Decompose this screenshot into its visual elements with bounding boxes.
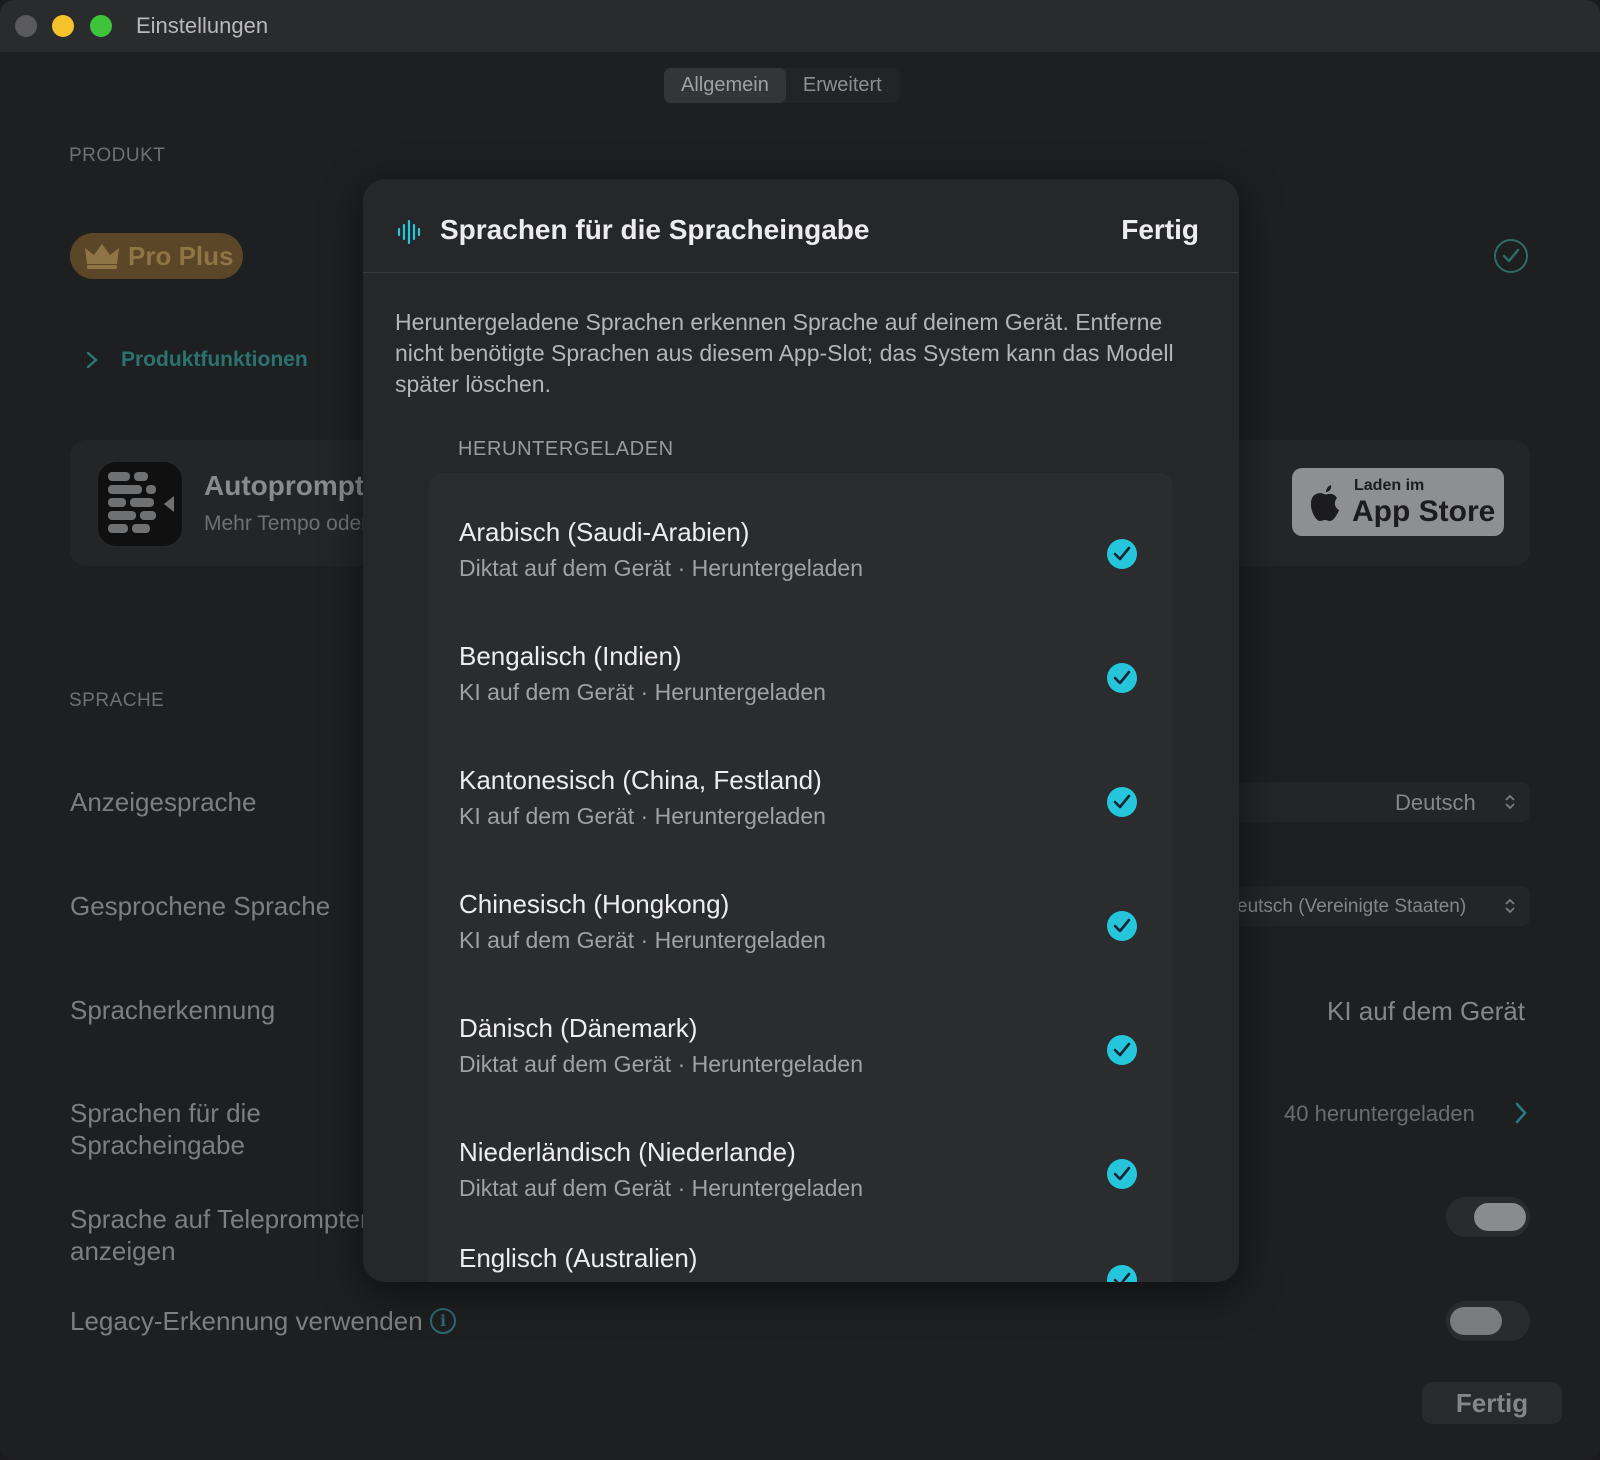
display-language-select[interactable]: Deutsch xyxy=(1230,782,1530,822)
app-name: Autoprompt xyxy=(204,470,365,501)
app-store-button[interactable]: Laden im App Store xyxy=(1292,468,1504,536)
chevron-right-icon[interactable] xyxy=(1514,1101,1528,1125)
language-name: Arabisch (Saudi-Arabien) xyxy=(459,517,750,547)
updown-chevron-icon xyxy=(1505,794,1515,810)
language-detail: KI auf dem Gerät · Heruntergeladen xyxy=(459,927,826,953)
language-name: Chinesisch (Hongkong) xyxy=(459,889,730,919)
spoken-language-value: eutsch (Vereinigte Staaten) xyxy=(1237,896,1467,917)
input-languages-sheet: Sprachen für die Spracheingabe Fertig He… xyxy=(363,179,1239,1282)
app-store-big-label: App Store xyxy=(1352,495,1496,528)
language-list-item[interactable]: Englisch (Australien) xyxy=(429,1215,1173,1282)
sheet-done-button[interactable]: Fertig xyxy=(1121,214,1199,246)
legacy-recognition-label: Legacy-Erkennung verwenden xyxy=(70,1306,423,1336)
checkmark-icon[interactable] xyxy=(1107,787,1137,817)
app-subtitle: Mehr Tempo oder xyxy=(204,512,369,535)
product-features-link[interactable]: Produktfunktionen xyxy=(85,348,308,372)
language-list-item[interactable]: Arabisch (Saudi-Arabien) Diktat auf dem … xyxy=(429,489,1173,613)
close-window-button[interactable] xyxy=(15,15,37,37)
minimize-window-button[interactable] xyxy=(52,15,74,37)
language-list-item[interactable]: Dänisch (Dänemark) Diktat auf dem Gerät … xyxy=(429,985,1173,1109)
settings-window: Einstellungen Allgemein Erweitert PRODUK… xyxy=(0,0,1600,1460)
checkmark-icon[interactable] xyxy=(1107,1035,1137,1065)
language-detail: Diktat auf dem Gerät · Heruntergeladen xyxy=(459,1175,863,1201)
language-name: Niederländisch (Niederlande) xyxy=(459,1137,796,1167)
product-features-label: Produktfunktionen xyxy=(121,348,308,371)
pro-plus-label: Pro Plus xyxy=(128,240,234,271)
autoprompt-app-icon xyxy=(98,462,182,546)
teleprompter-language-toggle[interactable] xyxy=(1446,1197,1530,1237)
subscription-active-check-icon xyxy=(1494,239,1528,273)
sheet-title: Sprachen für die Spracheingabe xyxy=(440,214,870,245)
language-name: Kantonesisch (China, Festland) xyxy=(459,765,822,795)
tab-bar: Allgemein Erweitert xyxy=(664,68,899,103)
waveform-icon xyxy=(397,219,421,245)
language-list-item[interactable]: Chinesisch (Hongkong) KI auf dem Gerät ·… xyxy=(429,861,1173,985)
language-detail: KI auf dem Gerät · Heruntergeladen xyxy=(459,679,826,705)
language-list: Arabisch (Saudi-Arabien) Diktat auf dem … xyxy=(429,473,1173,1282)
title-bar: Einstellungen xyxy=(0,0,1600,52)
maximize-window-button[interactable] xyxy=(90,15,112,37)
section-label-language: SPRACHE xyxy=(69,690,165,711)
language-name: Bengalisch (Indien) xyxy=(459,641,682,671)
checkmark-icon[interactable] xyxy=(1107,1159,1137,1189)
language-list-item[interactable]: Bengalisch (Indien) KI auf dem Gerät · H… xyxy=(429,613,1173,737)
input-languages-value[interactable]: 40 heruntergeladen xyxy=(1284,1101,1475,1127)
display-language-label: Anzeigesprache xyxy=(70,787,257,817)
crown-icon xyxy=(85,244,119,269)
language-detail: Diktat auf dem Gerät · Heruntergeladen xyxy=(459,555,863,581)
teleprompter-language-label: Sprache auf Teleprompter anzeigen xyxy=(70,1204,369,1266)
checkmark-icon[interactable] xyxy=(1107,539,1137,569)
chevron-right-icon xyxy=(86,351,98,369)
checkmark-icon[interactable] xyxy=(1107,911,1137,941)
spoken-language-label: Gesprochene Sprache xyxy=(70,891,331,921)
tab-allgemein[interactable]: Allgemein xyxy=(664,68,786,103)
spoken-language-select[interactable]: eutsch (Vereinigte Staaten) xyxy=(1230,886,1530,926)
window-title: Einstellungen xyxy=(136,13,269,38)
input-languages-label: Sprachen für die Spracheingabe xyxy=(70,1098,261,1160)
downloaded-section-label: HERUNTERGELADEN xyxy=(458,438,674,460)
tab-erweitert[interactable]: Erweitert xyxy=(786,68,899,103)
sheet-header: Sprachen für die Spracheingabe Fertig xyxy=(363,179,1239,273)
apple-logo-icon xyxy=(1310,485,1339,521)
info-icon[interactable]: i xyxy=(430,1308,456,1334)
recognition-value[interactable]: KI auf dem Gerät xyxy=(1327,996,1525,1027)
language-list-item[interactable]: Kantonesisch (China, Festland) KI auf de… xyxy=(429,737,1173,861)
pro-plus-badge: Pro Plus xyxy=(70,233,243,279)
display-language-value: Deutsch xyxy=(1395,790,1476,815)
updown-chevron-icon xyxy=(1505,898,1515,914)
checkmark-icon[interactable] xyxy=(1107,663,1137,693)
language-name: Englisch (Australien) xyxy=(459,1243,698,1273)
legacy-recognition-toggle[interactable] xyxy=(1446,1301,1530,1341)
sheet-description: Heruntergeladene Sprachen erkennen Sprac… xyxy=(395,309,1174,397)
recognition-label: Spracherkennung xyxy=(70,995,276,1025)
done-button[interactable]: Fertig xyxy=(1422,1382,1562,1424)
language-detail: Diktat auf dem Gerät · Heruntergeladen xyxy=(459,1051,863,1077)
section-label-product: PRODUKT xyxy=(69,145,166,166)
app-store-small-label: Laden im xyxy=(1354,477,1425,494)
language-detail: KI auf dem Gerät · Heruntergeladen xyxy=(459,803,826,829)
checkmark-icon[interactable] xyxy=(1107,1265,1137,1282)
language-name: Dänisch (Dänemark) xyxy=(459,1013,698,1043)
